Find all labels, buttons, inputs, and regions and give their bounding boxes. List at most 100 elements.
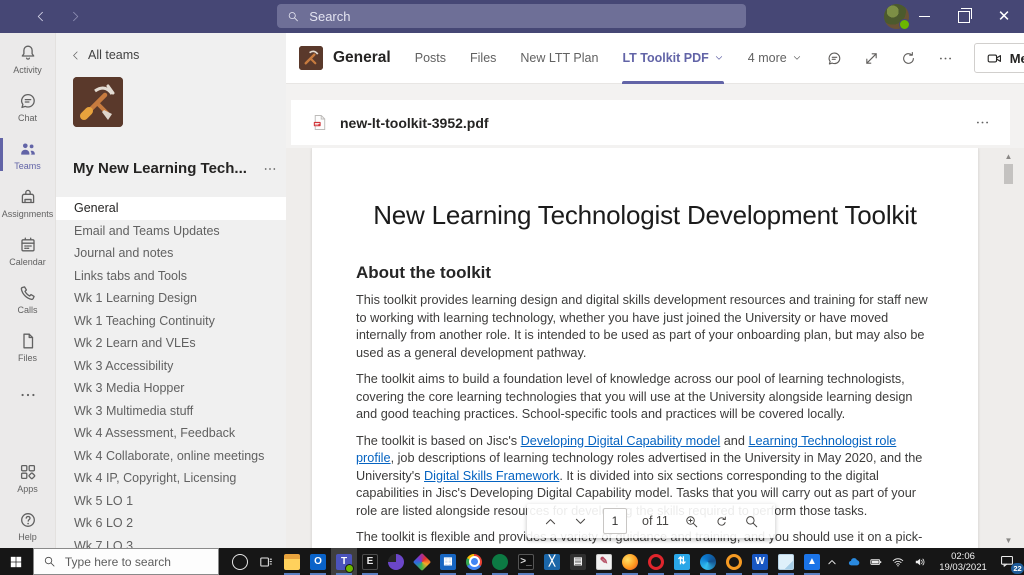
pdf-file-header: new-lt-toolkit-3952.pdf: [291, 100, 1010, 145]
nav-back-icon[interactable]: [34, 10, 47, 23]
global-search[interactable]: [277, 4, 746, 28]
taskbar-clock[interactable]: 02:06 19/03/2021: [935, 551, 991, 573]
channel-item-wk-1-teaching-continuity[interactable]: Wk 1 Teaching Continuity: [56, 310, 286, 333]
start-button[interactable]: [0, 548, 33, 575]
tab-files[interactable]: Files: [470, 33, 496, 84]
tab-new-ltt-plan[interactable]: New LTT Plan: [520, 33, 598, 84]
pdf-viewer: New Learning Technologist Development To…: [285, 148, 1024, 548]
channel-item-wk-3-multimedia-stuff[interactable]: Wk 3 Multimedia stuff: [56, 400, 286, 423]
rotate-icon[interactable]: [714, 514, 729, 529]
minimize-button[interactable]: [904, 0, 944, 33]
tab-lt-toolkit-pdf[interactable]: LT Toolkit PDF: [622, 33, 725, 84]
orange-app-icon[interactable]: [721, 548, 747, 575]
calculator-icon[interactable]: ▤: [565, 548, 591, 575]
word-icon[interactable]: W: [747, 548, 773, 575]
team-avatar[interactable]: [73, 77, 123, 127]
channel-item-links-tabs-and-tools[interactable]: Links tabs and Tools: [56, 265, 286, 288]
scrollbar[interactable]: ▲ ▼: [1002, 150, 1015, 546]
tab-overflow[interactable]: 4 more: [748, 33, 802, 84]
taskbar-search[interactable]: Type here to search: [32, 548, 219, 575]
task-view-icon[interactable]: [253, 548, 279, 575]
document-heading: About the toolkit: [356, 263, 492, 282]
channel-item-wk-1-learning-design[interactable]: Wk 1 Learning Design: [56, 287, 286, 310]
rail-item-calls[interactable]: Calls: [0, 276, 55, 321]
edge-icon[interactable]: [695, 548, 721, 575]
all-teams-link[interactable]: All teams: [70, 48, 286, 62]
clock-app-icon[interactable]: [383, 548, 409, 575]
meet-button[interactable]: Meet: [973, 43, 1024, 73]
chrome-icon[interactable]: [461, 548, 487, 575]
channel-item-wk-4-collaborate-online-meetings[interactable]: Wk 4 Collaborate, online meetings: [56, 445, 286, 468]
channel-item-wk-3-accessibility[interactable]: Wk 3 Accessibility: [56, 355, 286, 378]
expand-tab-icon[interactable]: [863, 50, 880, 67]
channel-item-wk-4-ip-copyright-licensing[interactable]: Wk 4 IP, Copyright, Licensing: [56, 467, 286, 490]
rail-item-activity[interactable]: Activity: [0, 36, 55, 81]
search-icon: [287, 10, 299, 23]
close-button[interactable]: ✕: [984, 0, 1024, 33]
file-more-icon[interactable]: [974, 114, 991, 131]
rail-item-help[interactable]: Help: [0, 503, 55, 548]
conversation-icon[interactable]: [826, 50, 843, 67]
channel-item-wk-6-lo-2[interactable]: Wk 6 LO 2: [56, 512, 286, 535]
channel-item-wk-7-lo-3[interactable]: Wk 7 LO 3: [56, 535, 286, 549]
team-more-icon[interactable]: [262, 161, 278, 177]
paint-app-icon[interactable]: ✎: [591, 548, 617, 575]
rail-item-apps[interactable]: Apps: [0, 455, 55, 500]
tools-app-icon[interactable]: ╳: [539, 548, 565, 575]
hidden-icons-chevron-icon[interactable]: [825, 555, 839, 569]
more-options-icon[interactable]: [937, 50, 954, 67]
refresh-icon[interactable]: [900, 50, 917, 67]
channel-item-email-and-teams-updates[interactable]: Email and Teams Updates: [56, 220, 286, 243]
clock-time: 02:06: [951, 550, 975, 562]
rail-item-files[interactable]: Files: [0, 324, 55, 369]
scroll-down-icon[interactable]: ▼: [1002, 534, 1015, 546]
channel-item-wk-3-media-hopper[interactable]: Wk 3 Media Hopper: [56, 377, 286, 400]
channel-item-wk-4-assessment-feedback[interactable]: Wk 4 Assessment, Feedback: [56, 422, 286, 445]
photos-icon[interactable]: ▲: [799, 548, 825, 575]
volume-icon[interactable]: [913, 555, 927, 569]
document-link[interactable]: Digital Skills Framework: [424, 469, 559, 483]
calendar-app-icon[interactable]: ▦: [435, 548, 461, 575]
find-in-document-icon[interactable]: [744, 514, 759, 529]
blue-app-icon[interactable]: ⇅: [669, 548, 695, 575]
action-center-button[interactable]: 22: [999, 553, 1024, 574]
channel-item-wk-2-learn-and-vles[interactable]: Wk 2 Learn and VLEs: [56, 332, 286, 355]
wifi-icon[interactable]: [891, 555, 905, 569]
outlook-icon[interactable]: O: [305, 548, 331, 575]
firefox-icon[interactable]: [617, 548, 643, 575]
rail-item-more[interactable]: [0, 372, 55, 417]
notification-badge: 22: [1011, 562, 1024, 574]
rail-item-calendar[interactable]: Calendar: [0, 228, 55, 273]
rail-item-teams[interactable]: Teams: [0, 132, 55, 177]
zoom-in-icon[interactable]: [684, 514, 699, 529]
battery-icon[interactable]: [869, 555, 883, 569]
nav-forward-icon[interactable]: [69, 10, 82, 23]
next-page-icon[interactable]: [573, 514, 588, 529]
notes-app-icon[interactable]: [773, 548, 799, 575]
rail-item-chat[interactable]: Chat: [0, 84, 55, 129]
page-number-input[interactable]: [603, 508, 627, 534]
onedrive-cloud-icon[interactable]: [847, 555, 861, 569]
terminal-icon[interactable]: >_: [513, 548, 539, 575]
calendar-icon: [18, 235, 38, 255]
title-bar: ✕: [0, 0, 1024, 33]
maximize-button[interactable]: [944, 0, 984, 33]
search-icon: [43, 555, 56, 568]
rail-item-assignments[interactable]: Assignments: [0, 180, 55, 225]
green-app-icon[interactable]: [487, 548, 513, 575]
channel-item-general[interactable]: General: [56, 197, 286, 220]
search-input[interactable]: [307, 7, 736, 25]
channel-item-journal-and-notes[interactable]: Journal and notes: [56, 242, 286, 265]
previous-page-icon[interactable]: [543, 514, 558, 529]
cortana-icon[interactable]: [227, 548, 253, 575]
tab-posts[interactable]: Posts: [415, 33, 446, 84]
file-explorer-icon[interactable]: [279, 548, 305, 575]
scrollbar-thumb[interactable]: [1004, 164, 1013, 184]
e-app-icon[interactable]: E: [357, 548, 383, 575]
channel-item-wk-5-lo-1[interactable]: Wk 5 LO 1: [56, 490, 286, 513]
opera-icon[interactable]: [643, 548, 669, 575]
document-link[interactable]: Developing Digital Capability model: [521, 434, 721, 448]
teams-icon[interactable]: T: [331, 548, 357, 575]
pinwheel-app-icon[interactable]: [409, 548, 435, 575]
scroll-up-icon[interactable]: ▲: [1002, 150, 1015, 162]
